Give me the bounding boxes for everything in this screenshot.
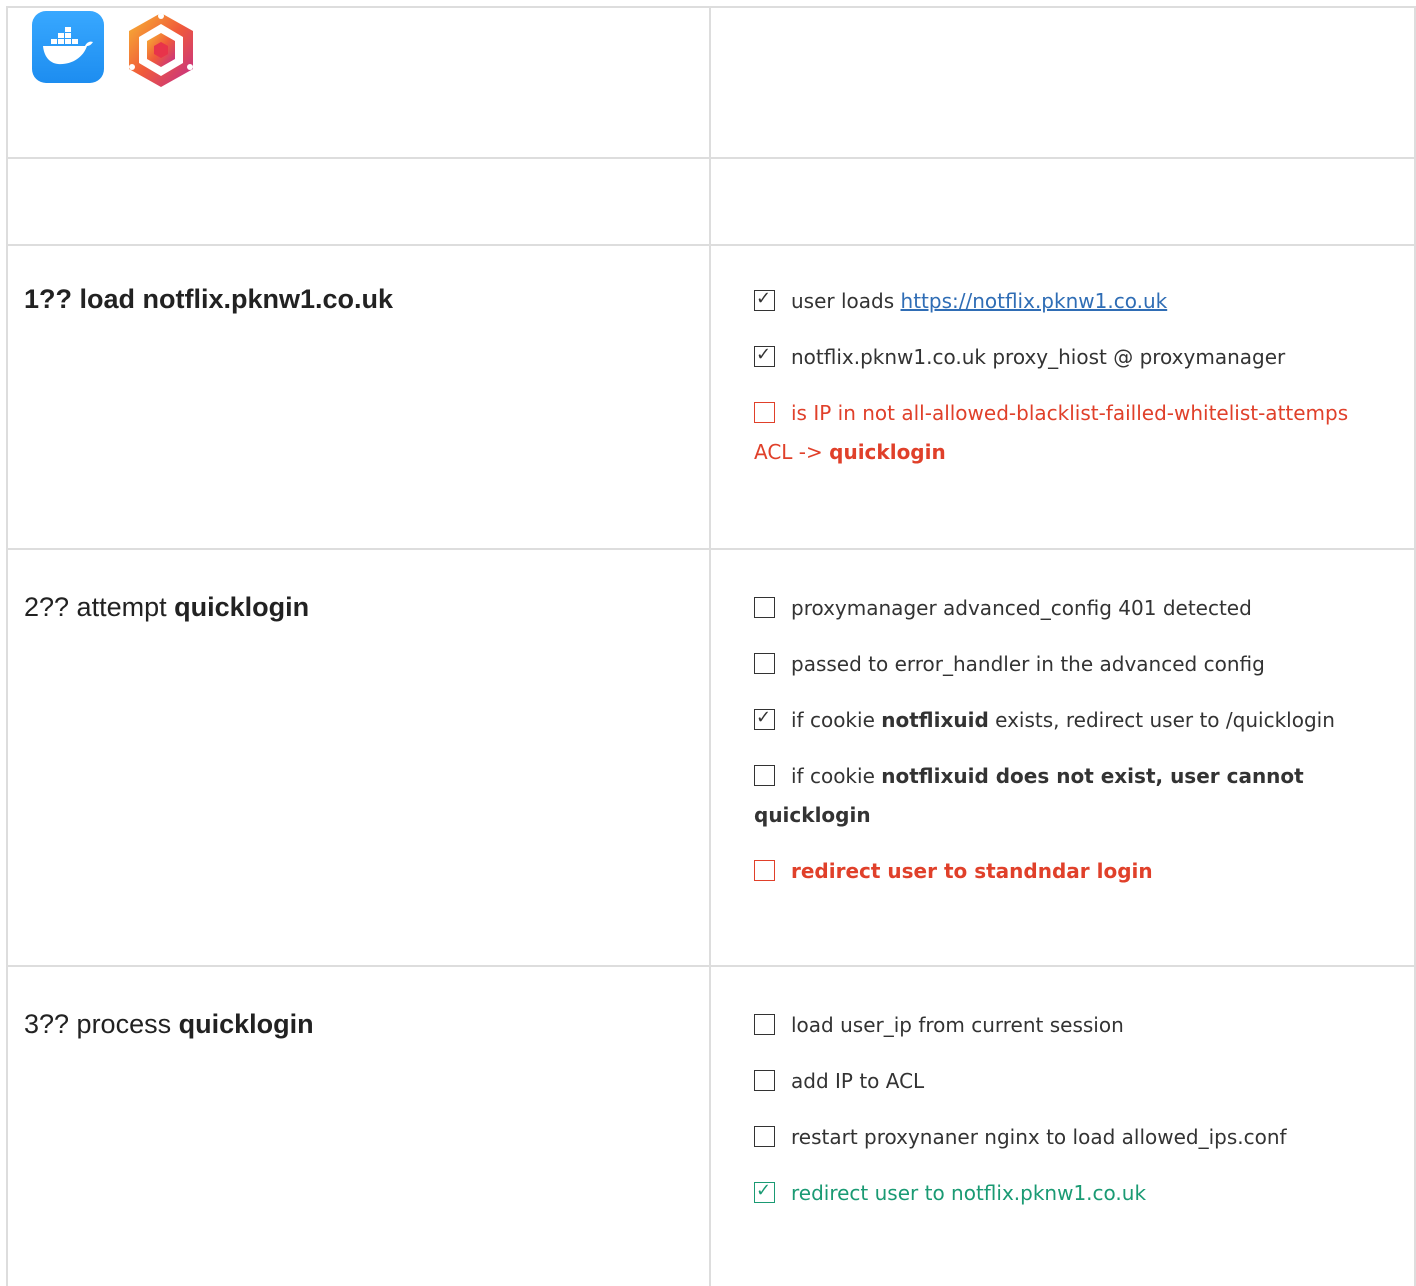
step-title-bold: quicklogin (174, 592, 310, 622)
empty-right-cell (711, 159, 1416, 244)
item-text-suffix: exists, redirect user to /quicklogin (988, 708, 1335, 732)
check-icon: ✓ (756, 344, 772, 365)
checkbox-unchecked[interactable] (754, 765, 775, 786)
step-title-3: 3?? process quicklogin (8, 967, 709, 1040)
item-bold-text: notflixuid (881, 708, 989, 732)
step-row-1: 1?? load notflix.pknw1.co.uk ✓ user loads… (8, 246, 1416, 550)
checklist-item: ✓ if cookie notflixuid exists, redirect u… (754, 701, 1374, 740)
item-text: notflix.pknw1.co.uk proxy_hiost @ proxym… (791, 345, 1286, 369)
item-text: passed to error_handler in the advanced … (791, 652, 1265, 676)
checklist-3: load user_ip from current session add IP… (711, 967, 1414, 1213)
step-title-cell-3: 3?? process quicklogin (8, 967, 711, 1286)
item-text: proxymanager advanced_config 401 detecte… (791, 596, 1252, 620)
checkbox-unchecked[interactable] (754, 1014, 775, 1035)
step-row-2: 2?? attempt quicklogin proxymanager adva… (8, 550, 1416, 967)
item-text: user loads (791, 289, 901, 313)
checklist-item: restart proxynaner nginx to load allowed… (754, 1118, 1374, 1157)
step-title-2: 2?? attempt quicklogin (8, 550, 709, 623)
checklist-item: ✓ user loads https://notflix.pknw1.co.uk (754, 282, 1374, 321)
docker-whale-icon (32, 11, 104, 83)
step-title-cell-2: 2?? attempt quicklogin (8, 550, 711, 965)
step-title-text: 1?? load notflix.pknw1.co.uk (24, 284, 394, 314)
checklist-item: add IP to ACL (754, 1062, 1374, 1101)
checkbox-unchecked[interactable] (754, 860, 775, 881)
item-text: if cookie (791, 708, 882, 732)
checklist-item: redirect user to standndar login (754, 852, 1374, 891)
step-checklist-cell-3: load user_ip from current session add IP… (711, 967, 1416, 1286)
check-icon: ✓ (756, 288, 772, 309)
logos-cell (8, 8, 711, 157)
item-text: add IP to ACL (791, 1069, 925, 1093)
document-table: 1?? load notflix.pknw1.co.uk ✓ user loads… (6, 6, 1416, 1286)
checklist-item: is IP in not all-allowed-blacklist-faill… (754, 394, 1374, 472)
logos-row (8, 8, 1416, 159)
checkbox-unchecked[interactable] (754, 1070, 775, 1091)
item-text: restart proxynaner nginx to load allowed… (791, 1125, 1287, 1149)
checkbox-unchecked[interactable] (754, 1126, 775, 1147)
checkbox-unchecked[interactable] (754, 653, 775, 674)
step-title-cell-1: 1?? load notflix.pknw1.co.uk (8, 246, 711, 548)
checkbox-unchecked[interactable] (754, 402, 775, 423)
checklist-item: ✓ notflix.pknw1.co.uk proxy_hiost @ proxy… (754, 338, 1374, 377)
checkbox-checked[interactable]: ✓ (754, 709, 775, 730)
check-icon: ✓ (756, 707, 772, 728)
hexagon-logo-icon (126, 11, 196, 89)
empty-row (8, 159, 1416, 246)
check-icon: ✓ (756, 1180, 772, 1201)
checklist-item: load user_ip from current session (754, 1006, 1374, 1045)
checkbox-checked[interactable]: ✓ (754, 1182, 775, 1203)
step-title-1: 1?? load notflix.pknw1.co.uk (8, 246, 709, 315)
item-text: load user_ip from current session (791, 1013, 1124, 1037)
item-text: redirect user to notflix.pknw1.co.uk (791, 1181, 1147, 1205)
checkbox-unchecked[interactable] (754, 597, 775, 618)
empty-left-cell (8, 159, 711, 244)
step-title-text: 3?? process (24, 1009, 179, 1039)
notflix-link[interactable]: https://notflix.pknw1.co.uk (901, 289, 1168, 313)
step-row-3: 3?? process quicklogin load user_ip from… (8, 967, 1416, 1286)
checklist-item: if cookie notflixuid does not exist, use… (754, 757, 1374, 835)
item-bold-text: quicklogin (829, 440, 946, 464)
checkbox-checked[interactable]: ✓ (754, 290, 775, 311)
checklist-2: proxymanager advanced_config 401 detecte… (711, 550, 1414, 891)
step-checklist-cell-1: ✓ user loads https://notflix.pknw1.co.uk … (711, 246, 1416, 548)
logos-right-cell (711, 8, 1416, 157)
step-checklist-cell-2: proxymanager advanced_config 401 detecte… (711, 550, 1416, 965)
checklist-1: ✓ user loads https://notflix.pknw1.co.uk … (711, 246, 1414, 472)
step-title-text: 2?? attempt (24, 592, 175, 622)
checklist-item: proxymanager advanced_config 401 detecte… (754, 589, 1374, 628)
checkbox-checked[interactable]: ✓ (754, 346, 775, 367)
checklist-item: ✓ redirect user to notflix.pknw1.co.uk (754, 1174, 1374, 1213)
item-text: if cookie (791, 764, 882, 788)
logo-group (8, 8, 709, 89)
step-title-bold: quicklogin (178, 1009, 314, 1039)
item-bold-text: redirect user to standndar login (791, 859, 1153, 883)
checklist-item: passed to error_handler in the advanced … (754, 645, 1374, 684)
